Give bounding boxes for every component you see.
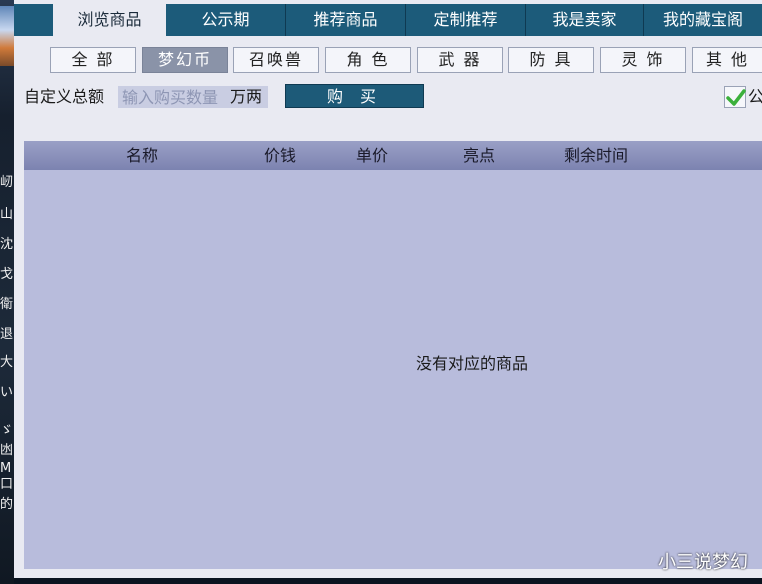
public-checkbox-label: 公 (748, 87, 762, 106)
category-pet-button[interactable]: 召唤兽 (233, 47, 319, 73)
public-checkbox[interactable] (724, 86, 746, 108)
side-glyph: いる (0, 385, 14, 400)
tab-browse-goods[interactable]: 浏览商品 (53, 4, 166, 38)
checkmark-icon (726, 89, 746, 106)
empty-state-message: 没有对应的商品 (416, 354, 529, 373)
top-tab-bar: 浏览商品 公示期 推荐商品 定制推荐 我是卖家 我的藏宝阁 (14, 4, 762, 38)
tab-my-treasure[interactable]: 我的藏宝阁 (644, 4, 762, 36)
category-armor-button[interactable]: 防 具 (508, 47, 594, 73)
column-header-remaining-time[interactable]: 剩余时间 (556, 141, 636, 170)
side-glyph: 大 (0, 355, 14, 370)
category-weapon-button[interactable]: 武 器 (417, 47, 503, 73)
goods-table: 名称 价钱 单价 亮点 剩余时间 没有对应的商品 (24, 141, 762, 569)
side-glyph: 退 (0, 327, 14, 342)
category-currency-button[interactable]: 梦幻币 (142, 47, 228, 73)
table-header: 名称 价钱 单价 亮点 剩余时间 (24, 141, 762, 170)
custom-amount-label: 自定义总额 (24, 87, 105, 106)
tab-recommended[interactable]: 推荐商品 (286, 4, 406, 36)
side-glyph: 沈 (0, 237, 14, 252)
side-glyph: ゞ (0, 423, 14, 438)
category-all-button[interactable]: 全 部 (50, 47, 136, 73)
side-glyph: 山 (0, 207, 14, 222)
side-glyph: 衛 (0, 297, 14, 312)
treasure-pavilion-panel: 浏览商品 公示期 推荐商品 定制推荐 我是卖家 我的藏宝阁 全 部 梦幻币 召唤… (14, 0, 762, 578)
watermark: 小三说梦幻 (658, 552, 748, 573)
side-glyph: 戈 (0, 267, 14, 282)
character-avatar (0, 6, 14, 66)
side-glyph: 的 (0, 497, 14, 512)
column-header-price[interactable]: 价钱 (250, 141, 310, 170)
game-side-strip: 屻 山 沈 戈 衛 退 大 いる ゞ 凼 M 口 的 (0, 0, 14, 584)
tab-public-period[interactable]: 公示期 (166, 4, 286, 36)
side-glyph: 口 (0, 477, 14, 492)
amount-unit: 万两 (230, 87, 263, 106)
category-ornament-button[interactable]: 灵 饰 (600, 47, 686, 73)
tab-seller[interactable]: 我是卖家 (526, 4, 644, 36)
column-header-highlight[interactable]: 亮点 (449, 141, 509, 170)
column-header-name[interactable]: 名称 (102, 141, 182, 170)
buy-button[interactable]: 购 买 (285, 84, 424, 108)
column-header-unit-price[interactable]: 单价 (342, 141, 402, 170)
side-glyph: 屻 (0, 175, 14, 190)
category-role-button[interactable]: 角 色 (325, 47, 411, 73)
tab-custom-recommend[interactable]: 定制推荐 (406, 4, 526, 36)
category-other-button[interactable]: 其 他 (692, 47, 762, 73)
